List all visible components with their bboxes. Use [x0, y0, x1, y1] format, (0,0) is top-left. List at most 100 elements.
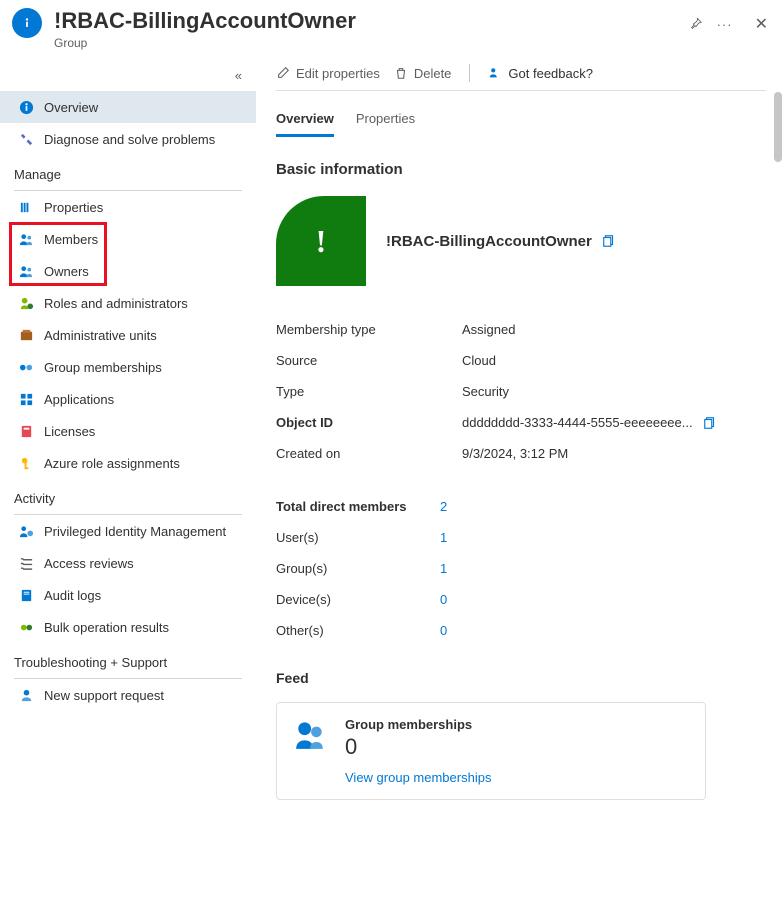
sidebar-item-members[interactable]: Members — [0, 223, 256, 255]
support-icon — [18, 687, 34, 703]
admin-unit-icon — [18, 327, 34, 343]
group-summary: ! !RBAC-BillingAccountOwner — [276, 196, 766, 286]
count-value[interactable]: 0 — [440, 592, 447, 607]
feed-card-number: 0 — [345, 734, 491, 760]
sidebar-section-manage: Manage — [0, 155, 256, 186]
sidebar-item-label: Owners — [44, 264, 89, 279]
sidebar-item-properties[interactable]: Properties — [0, 191, 256, 223]
feed-card-title: Group memberships — [345, 717, 491, 732]
divider — [469, 64, 470, 82]
info-row-created-on: Created on 9/3/2024, 3:12 PM — [276, 438, 766, 469]
count-label: User(s) — [276, 530, 440, 545]
feed-section: Feed Group memberships 0 View group memb… — [276, 670, 766, 800]
info-row-type: Type Security — [276, 376, 766, 407]
people-icon — [18, 263, 34, 279]
sidebar-item-overview[interactable]: Overview — [0, 91, 256, 123]
sidebar-item-azure-role[interactable]: Azure role assignments — [0, 447, 256, 479]
sidebar-item-owners[interactable]: Owners — [0, 255, 256, 287]
sidebar-item-label: Azure role assignments — [44, 456, 180, 471]
collapse-sidebar-button[interactable]: « — [0, 64, 256, 91]
sidebar-item-roles[interactable]: Roles and administrators — [0, 287, 256, 319]
feed-card-link[interactable]: View group memberships — [345, 770, 491, 785]
role-icon — [18, 295, 34, 311]
feedback-button[interactable]: Got feedback? — [488, 66, 593, 81]
info-label: Type — [276, 384, 462, 399]
sidebar-section-support: Troubleshooting + Support — [0, 643, 256, 674]
tab-overview[interactable]: Overview — [276, 105, 334, 137]
sidebar-item-admin-units[interactable]: Administrative units — [0, 319, 256, 351]
edit-properties-button[interactable]: Edit properties — [276, 66, 380, 81]
close-button[interactable]: ✕ — [755, 14, 768, 34]
pin-icon[interactable] — [689, 17, 703, 31]
info-label: Object ID — [276, 415, 462, 430]
count-label: Total direct members — [276, 499, 440, 514]
info-label: Membership type — [276, 322, 462, 337]
more-icon[interactable]: ··· — [717, 17, 733, 32]
sidebar-item-applications[interactable]: Applications — [0, 383, 256, 415]
sidebar-item-diagnose[interactable]: Diagnose and solve problems — [0, 123, 256, 155]
page-title: !RBAC-BillingAccountOwner — [54, 8, 689, 34]
page-subtitle: Group — [54, 36, 689, 50]
blade-header: !RBAC-BillingAccountOwner Group ··· ✕ — [0, 0, 784, 56]
pim-icon — [18, 523, 34, 539]
info-row-object-id: Object ID dddddddd-3333-4444-5555-eeeeee… — [276, 407, 766, 438]
command-bar: Edit properties Delete Got feedback? — [276, 62, 766, 90]
count-value[interactable]: 0 — [440, 623, 447, 638]
info-value: Security — [462, 384, 766, 399]
sidebar-item-access-reviews[interactable]: Access reviews — [0, 547, 256, 579]
section-heading-basic-info: Basic information — [276, 161, 766, 178]
info-value: dddddddd-3333-4444-5555-eeeeeeee... — [462, 415, 693, 430]
sidebar-item-label: Properties — [44, 200, 103, 215]
count-label: Group(s) — [276, 561, 440, 576]
sidebar-item-label: Roles and administrators — [44, 296, 188, 311]
sidebar-item-group-memberships[interactable]: Group memberships — [0, 351, 256, 383]
group-name: !RBAC-BillingAccountOwner — [386, 233, 592, 250]
sidebar-section-activity: Activity — [0, 479, 256, 510]
sidebar-item-label: Audit logs — [44, 588, 101, 603]
people-icon — [18, 231, 34, 247]
sidebar-item-audit-logs[interactable]: Audit logs — [0, 579, 256, 611]
info-row-source: Source Cloud — [276, 345, 766, 376]
sidebar-item-pim[interactable]: Privileged Identity Management — [0, 515, 256, 547]
count-value[interactable]: 2 — [440, 499, 447, 514]
count-row-devices: Device(s) 0 — [276, 584, 766, 615]
checklist-icon — [18, 555, 34, 571]
group-memberships-icon — [293, 717, 327, 751]
apps-icon — [18, 391, 34, 407]
license-icon — [18, 423, 34, 439]
count-label: Device(s) — [276, 592, 440, 607]
count-row-groups: Group(s) 1 — [276, 553, 766, 584]
copy-name-button[interactable] — [602, 234, 616, 248]
sidebar-item-label: New support request — [44, 688, 164, 703]
sidebar-item-label: Group memberships — [44, 360, 162, 375]
feed-card-group-memberships: Group memberships 0 View group membershi… — [276, 702, 706, 800]
info-value: Assigned — [462, 322, 766, 337]
tab-properties[interactable]: Properties — [356, 105, 415, 137]
sidebar-item-bulk[interactable]: Bulk operation results — [0, 611, 256, 643]
sidebar: « Overview Diagnose and solve problems M… — [0, 56, 256, 903]
info-row-membership-type: Membership type Assigned — [276, 314, 766, 345]
group-tile: ! — [276, 196, 366, 286]
scrollbar-thumb[interactable] — [774, 92, 782, 162]
sidebar-item-label: Bulk operation results — [44, 620, 169, 635]
sidebar-item-label: Administrative units — [44, 328, 157, 343]
tabs: Overview Properties — [276, 99, 766, 137]
sidebar-item-label: Licenses — [44, 424, 95, 439]
info-circle-icon — [12, 8, 42, 38]
bulk-icon — [18, 619, 34, 635]
sidebar-item-label: Members — [44, 232, 98, 247]
info-value: 9/3/2024, 3:12 PM — [462, 446, 766, 461]
sidebar-item-label: Privileged Identity Management — [44, 524, 226, 539]
count-label: Other(s) — [276, 623, 440, 638]
sidebar-item-licenses[interactable]: Licenses — [0, 415, 256, 447]
counts-table: Total direct members 2 User(s) 1 Group(s… — [276, 491, 766, 646]
copy-objectid-button[interactable] — [703, 416, 717, 430]
sidebar-item-support-request[interactable]: New support request — [0, 679, 256, 711]
count-value[interactable]: 1 — [440, 561, 447, 576]
delete-button[interactable]: Delete — [394, 66, 452, 81]
count-row-total: Total direct members 2 — [276, 491, 766, 522]
info-label: Created on — [276, 446, 462, 461]
sidebar-item-label: Access reviews — [44, 556, 134, 571]
info-table: Membership type Assigned Source Cloud Ty… — [276, 314, 766, 469]
count-value[interactable]: 1 — [440, 530, 447, 545]
